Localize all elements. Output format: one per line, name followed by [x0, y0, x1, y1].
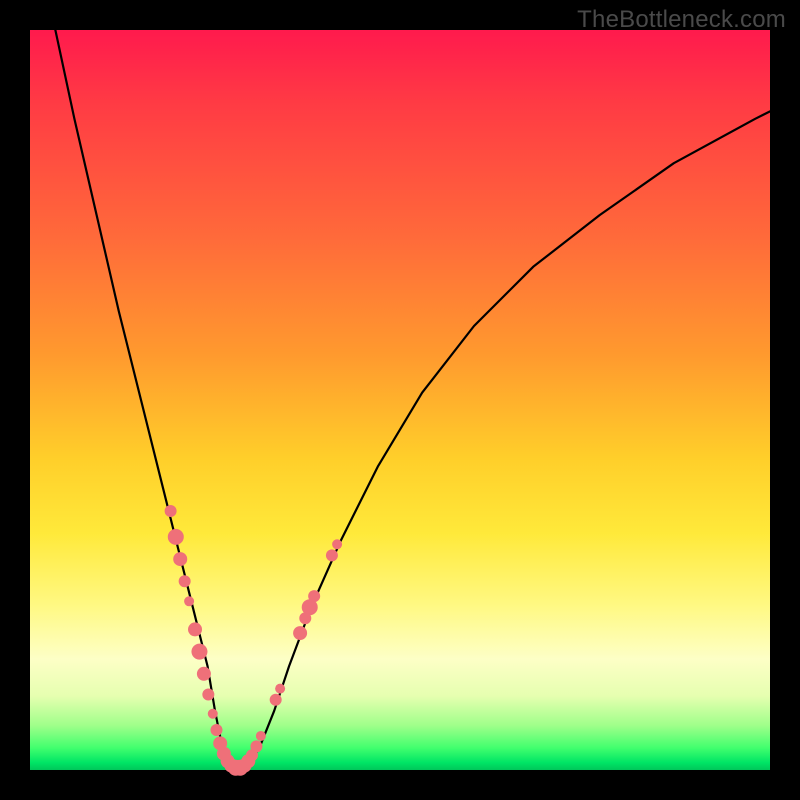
- sample-point: [250, 740, 262, 752]
- sample-point: [270, 694, 282, 706]
- sample-points: [165, 505, 343, 776]
- sample-point: [308, 590, 320, 602]
- sample-point: [173, 552, 187, 566]
- sample-point: [210, 724, 222, 736]
- sample-point: [188, 622, 202, 636]
- sample-point: [179, 575, 191, 587]
- sample-point: [202, 689, 214, 701]
- sample-point: [275, 684, 285, 694]
- plot-area: [30, 30, 770, 770]
- curve-layer: [30, 30, 770, 770]
- sample-point: [197, 667, 211, 681]
- sample-point: [256, 731, 266, 741]
- sample-point: [332, 539, 342, 549]
- sample-point: [326, 549, 338, 561]
- bottleneck-curve: [30, 0, 770, 770]
- chart-frame: TheBottleneck.com: [0, 0, 800, 800]
- sample-point: [191, 644, 207, 660]
- sample-point: [208, 709, 218, 719]
- sample-point: [165, 505, 177, 517]
- sample-point: [293, 626, 307, 640]
- sample-point: [184, 596, 194, 606]
- sample-point: [168, 529, 184, 545]
